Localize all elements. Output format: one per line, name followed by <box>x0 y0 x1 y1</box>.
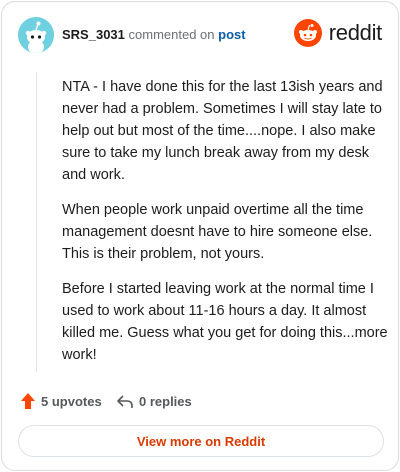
comment-meta: SRS_3031 commented on post <box>62 27 246 43</box>
comment-embed-card: SRS_3031 commented on post reddit NTA - … <box>1 1 399 471</box>
upvotes-count: 5 upvotes <box>41 393 102 409</box>
commented-on-text: commented on <box>128 27 215 42</box>
post-link[interactable]: post <box>218 27 245 42</box>
reddit-snoo-avatar-icon[interactable] <box>18 17 54 53</box>
comment-header: SRS_3031 commented on post reddit <box>18 17 382 53</box>
replies-count: 0 replies <box>139 393 192 409</box>
comment-body: NTA - I have done this for the last 13is… <box>62 76 392 379</box>
reddit-logo-icon <box>294 19 322 47</box>
comment-actions: 5 upvotes 0 replies <box>18 391 382 411</box>
username-link[interactable]: SRS_3031 <box>62 27 125 42</box>
thread-line <box>36 72 37 372</box>
comment-paragraph: When people work unpaid overtime all the… <box>62 202 373 262</box>
reddit-brand-link[interactable]: reddit <box>282 19 382 47</box>
replies-button[interactable]: 0 replies <box>116 391 192 411</box>
view-more-on-reddit-button[interactable]: View more on Reddit <box>18 425 384 457</box>
reddit-wordmark: reddit <box>328 20 383 45</box>
comment-paragraph: Before I started leaving work at the nor… <box>62 281 388 363</box>
upvote-arrow-icon <box>21 393 35 409</box>
upvote-button[interactable]: 5 upvotes <box>20 391 102 411</box>
comment-paragraph: NTA - I have done this for the last 13is… <box>62 79 383 183</box>
reply-arrow-icon <box>117 395 133 408</box>
